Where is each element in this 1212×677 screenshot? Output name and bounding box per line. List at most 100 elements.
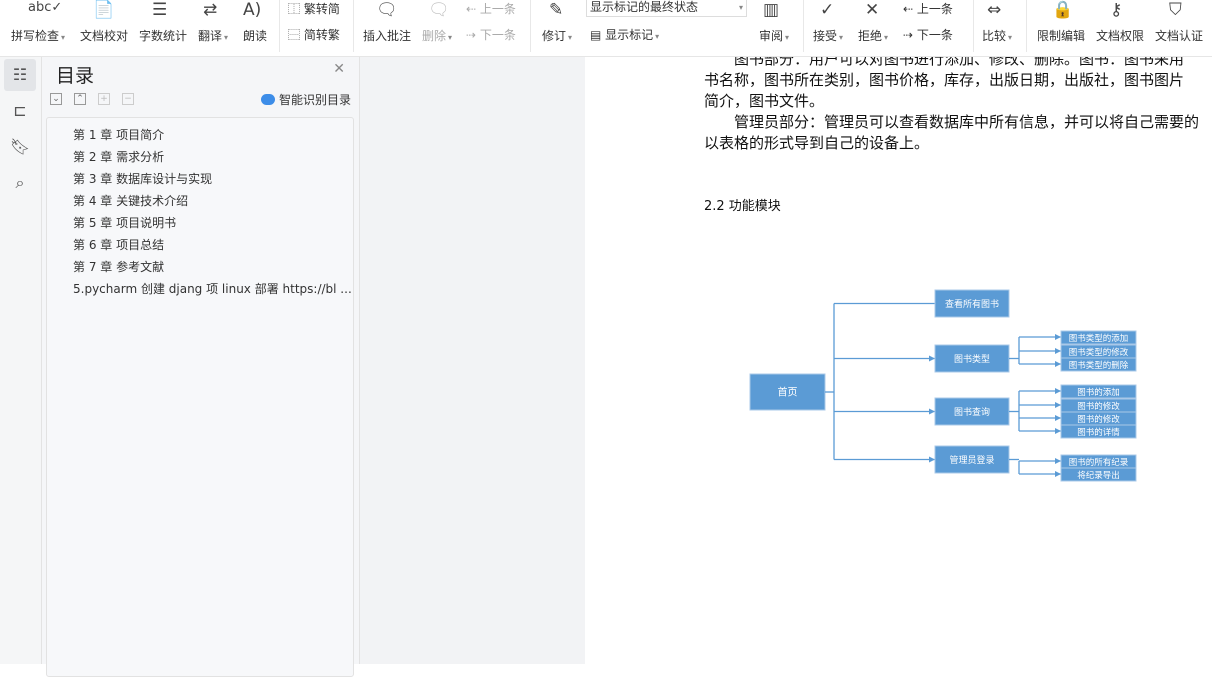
divider bbox=[1026, 0, 1027, 52]
arrow-head bbox=[929, 355, 935, 362]
label: 下一条 bbox=[916, 28, 953, 42]
label: 上一条 bbox=[916, 2, 953, 16]
panel-title: 目录 bbox=[56, 65, 95, 87]
label: 拒绝 bbox=[858, 29, 883, 43]
label: 拼写检查 bbox=[11, 29, 60, 43]
arrow-head bbox=[1055, 428, 1061, 434]
translate-button[interactable]: 翻译 ▾ bbox=[198, 27, 228, 44]
review-icon: ▥ bbox=[763, 0, 780, 20]
diagram-label: 图书的详情 bbox=[1077, 427, 1120, 438]
document-page: 图书部分：用户可以对图书进行添加、修改、删除。图书：图书采用 书名称，图书所在类… bbox=[585, 57, 1212, 664]
diagram-label: 首页 bbox=[778, 386, 798, 399]
label: 显示标记的最终状态 bbox=[590, 0, 699, 14]
spell-check-icon: abc✓ bbox=[28, 0, 63, 15]
divider bbox=[279, 0, 280, 52]
restrict-edit-button[interactable]: 限制编辑 bbox=[1037, 27, 1085, 44]
label: 下一条 bbox=[479, 28, 516, 42]
side-rail: ☷ ⊏ 🔖︎ ⌕ bbox=[0, 57, 42, 664]
diagram-label: 查看所有图书 bbox=[945, 298, 999, 310]
doc-proof-icon: 📄 bbox=[93, 0, 115, 20]
key-icon: ⚷ bbox=[1110, 0, 1123, 20]
reject-button[interactable]: 拒绝 ▾ bbox=[858, 27, 888, 44]
close-icon[interactable]: ✕ bbox=[333, 61, 345, 77]
word-count-button[interactable]: 字数统计 bbox=[139, 27, 187, 44]
diagram-label: 图书查询 bbox=[954, 406, 990, 418]
arrow-head bbox=[1055, 348, 1061, 354]
revise-icon: ✎ bbox=[549, 0, 564, 20]
arrow-head bbox=[1055, 388, 1061, 394]
arrow-head bbox=[929, 456, 935, 463]
review-button[interactable]: 审阅 ▾ bbox=[759, 27, 789, 44]
diagram-label: 图书类型的修改 bbox=[1069, 347, 1129, 358]
accept-button[interactable]: 接受 ▾ bbox=[813, 27, 843, 44]
toc-list: 第 1 章 项目简介第 2 章 需求分析第 3 章 数据库设计与实现第 4 章 … bbox=[46, 117, 354, 677]
prev-change-button[interactable]: ⇠ 上一条 bbox=[903, 0, 953, 17]
label: 简转繁 bbox=[303, 28, 340, 42]
add-level-icon[interactable]: + bbox=[98, 93, 110, 105]
toc-icon[interactable]: ☷ bbox=[4, 59, 36, 91]
remove-level-icon[interactable]: − bbox=[122, 93, 134, 105]
label: 繁转简 bbox=[303, 2, 340, 16]
label: 比较 bbox=[982, 29, 1007, 43]
diagram-label: 图书的添加 bbox=[1077, 387, 1120, 398]
outline-icon[interactable]: ⊏ bbox=[4, 95, 36, 127]
label: 上一条 bbox=[479, 2, 516, 16]
trad-to-simp-button[interactable]: ⿰ 繁转简 bbox=[288, 0, 340, 17]
read-aloud-icon: A) bbox=[243, 0, 262, 20]
divider bbox=[803, 0, 804, 52]
toc-panel: 目录 ✕ ⌄ ⌃ + − 智能识别目录 第 1 章 项目简介第 2 章 需求分析… bbox=[42, 57, 360, 677]
compare-button[interactable]: 比较 ▾ bbox=[982, 27, 1012, 44]
arrow-head bbox=[1055, 471, 1061, 477]
label: 删除 bbox=[422, 29, 447, 43]
toc-item[interactable]: 第 5 章 项目说明书 bbox=[73, 214, 176, 231]
translate-icon: ⇄ bbox=[203, 0, 218, 20]
divider bbox=[530, 0, 531, 52]
arrow-head bbox=[1055, 415, 1061, 421]
toc-item[interactable]: 第 3 章 数据库设计与实现 bbox=[73, 170, 212, 187]
toc-item[interactable]: 第 7 章 参考文献 bbox=[73, 258, 164, 275]
label: 审阅 bbox=[759, 29, 784, 43]
ribbon-toolbar: abc✓ 拼写检查 ▾ 📄 文档校对 ☰ 字数统计 ⇄ 翻译 ▾ A) 朗读 ⿰ 繁… bbox=[0, 0, 1212, 57]
page-margin bbox=[360, 57, 585, 664]
smart-icon bbox=[260, 94, 275, 105]
arrow-head bbox=[1055, 402, 1061, 408]
diagram-label: 将纪录导出 bbox=[1077, 470, 1120, 481]
insert-comment-icon: 🗨 bbox=[376, 0, 398, 20]
insert-comment-button[interactable]: 插入批注 bbox=[363, 27, 411, 44]
toc-item[interactable]: 第 1 章 项目简介 bbox=[73, 126, 164, 143]
diagram-label: 管理员登录 bbox=[949, 454, 994, 466]
doc-permission-button[interactable]: 文档权限 bbox=[1096, 27, 1144, 44]
toc-item[interactable]: 5.pycharm 创建 djang 项 linux 部署 https://bl… bbox=[73, 280, 352, 297]
doc-proof-button[interactable]: 文档校对 bbox=[80, 27, 128, 44]
next-change-button[interactable]: ⇢ 下一条 bbox=[903, 26, 953, 43]
revise-button[interactable]: 修订 ▾ bbox=[542, 27, 572, 44]
label: 翻译 bbox=[198, 29, 223, 43]
function-module-diagram: 首页查看所有图书图书类型图书类型的添加图书类型的修改图书类型的删除图书查询图书的… bbox=[749, 289, 1137, 482]
bookmark-icon[interactable]: 🔖︎ bbox=[4, 131, 36, 163]
toc-item[interactable]: 第 4 章 关键技术介绍 bbox=[73, 192, 188, 209]
next-comment-button[interactable]: ⇢ 下一条 bbox=[466, 26, 516, 43]
arrow-head bbox=[1055, 458, 1061, 464]
show-markup-button[interactable]: ▤ 显示标记 ▾ bbox=[590, 26, 659, 43]
arrow-head bbox=[1055, 361, 1061, 367]
label: 接受 bbox=[813, 29, 838, 43]
search-icon[interactable]: ⌕ bbox=[4, 167, 36, 199]
delete-comment-button[interactable]: 删除 ▾ bbox=[422, 27, 452, 44]
diagram-label: 图书的所有纪录 bbox=[1069, 457, 1129, 468]
prev-comment-button[interactable]: ⇠ 上一条 bbox=[466, 0, 516, 17]
read-aloud-button[interactable]: 朗读 bbox=[243, 27, 267, 44]
divider bbox=[353, 0, 354, 52]
smart-toc-button[interactable]: 智能识别目录 bbox=[260, 91, 351, 108]
simp-to-trad-button[interactable]: ⿱ 简转繁 bbox=[288, 26, 340, 43]
expand-icon[interactable]: ⌄ bbox=[50, 93, 62, 105]
spell-check-button[interactable]: 拼写检查 ▾ bbox=[11, 27, 65, 44]
markup-state-select[interactable]: 显示标记的最终状态 ▾ bbox=[586, 0, 747, 17]
compare-icon: ⇔ bbox=[987, 0, 1002, 20]
doc-certify-button[interactable]: 文档认证 bbox=[1155, 27, 1203, 44]
reject-icon: ✕ bbox=[865, 0, 880, 20]
label: 智能识别目录 bbox=[278, 93, 351, 107]
diagram-label: 图书的修改 bbox=[1077, 414, 1120, 425]
toc-item[interactable]: 第 2 章 需求分析 bbox=[73, 148, 164, 165]
collapse-icon[interactable]: ⌃ bbox=[74, 93, 86, 105]
toc-item[interactable]: 第 6 章 项目总结 bbox=[73, 236, 164, 253]
